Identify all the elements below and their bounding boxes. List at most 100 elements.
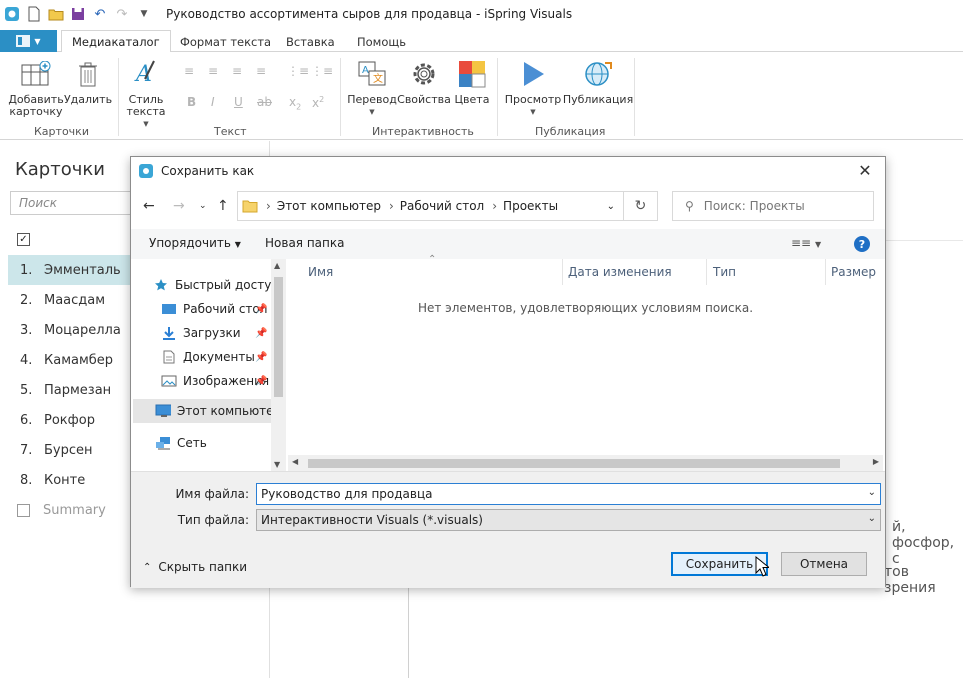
organize-button[interactable]: Упорядочить ▼: [149, 236, 241, 250]
image-icon: [161, 373, 177, 389]
preview-button[interactable]: Просмотр ▼: [502, 58, 564, 118]
new-folder-button[interactable]: Новая папка: [265, 236, 344, 250]
dialog-toolbar: Упорядочить ▼ Новая папка ≡≡ ▼ ?: [131, 229, 885, 259]
dialog-footer: Имя файла: Руководство для продавца ⌄ Ти…: [131, 471, 885, 588]
refresh-icon[interactable]: ↻: [624, 191, 658, 221]
navigation-row: ← → ⌄ ↑ › Этот компьютер › Рабочий стол …: [131, 189, 885, 225]
list-horizontal-scrollbar[interactable]: ◀ ▶: [288, 455, 883, 471]
bullet-list-icon: ⋮≡: [287, 64, 310, 78]
align-left-icon: ≡: [184, 64, 195, 78]
back-arrow-icon[interactable]: ←: [143, 198, 155, 214]
translate-button[interactable]: A文 Перевод ▼: [346, 58, 398, 118]
chevron-right-icon: ›: [266, 199, 271, 213]
chevron-down-icon[interactable]: ⌄: [868, 487, 876, 498]
publish-button[interactable]: Публикация: [563, 58, 633, 106]
column-header-type[interactable]: Тип: [713, 265, 736, 279]
scroll-down-icon[interactable]: ▼: [274, 460, 280, 469]
column-header-size[interactable]: Размер: [831, 265, 876, 279]
forward-arrow-icon[interactable]: →: [173, 198, 185, 214]
hide-folders-button[interactable]: ⌃ Скрыть папки: [143, 560, 247, 574]
breadcrumb-item[interactable]: Проекты: [503, 199, 558, 213]
properties-button[interactable]: Свойства: [397, 58, 451, 106]
computer-icon: [155, 403, 171, 419]
scroll-right-icon[interactable]: ▶: [873, 457, 879, 466]
redo-icon[interactable]: ↷: [114, 6, 130, 22]
customize-dropdown-icon[interactable]: ▼: [136, 6, 152, 22]
file-menu-button[interactable]: ▼: [0, 30, 57, 52]
chevron-down-icon[interactable]: ⌄: [607, 201, 615, 212]
color-palette-icon: [456, 58, 488, 90]
tab-help[interactable]: Помощь: [347, 30, 416, 53]
column-separator[interactable]: [562, 259, 563, 285]
add-card-button[interactable]: Добавить карточку: [8, 58, 64, 118]
view-options-icon[interactable]: ≡≡ ▼: [791, 236, 821, 250]
nav-scrollbar[interactable]: ▲ ▼: [271, 259, 286, 471]
chevron-down-icon[interactable]: ⌄: [868, 513, 876, 524]
card-text-fragment: й, фосфор, с: [892, 519, 955, 567]
open-folder-icon[interactable]: [48, 6, 64, 22]
breadcrumb-item[interactable]: Рабочий стол: [400, 199, 484, 213]
breadcrumb-item[interactable]: Этот компьютер: [277, 199, 381, 213]
bold-icon: B: [187, 95, 197, 109]
delete-card-button[interactable]: Удалить: [64, 58, 112, 106]
help-icon[interactable]: ?: [854, 236, 870, 252]
strikethrough-icon: ab: [257, 95, 272, 109]
play-icon: [517, 58, 549, 90]
summary-checkbox[interactable]: [17, 503, 30, 517]
address-bar[interactable]: › Этот компьютер › Рабочий стол › Проект…: [237, 191, 624, 221]
scroll-left-icon[interactable]: ◀: [292, 457, 298, 466]
scrollbar-thumb[interactable]: [274, 277, 283, 397]
scroll-up-icon[interactable]: ▲: [274, 261, 280, 270]
app-logo-icon: [139, 164, 153, 178]
gear-icon: [408, 58, 440, 90]
style-text-button[interactable]: A Стиль текста ▼: [120, 58, 172, 130]
svg-text:A: A: [134, 62, 152, 87]
ribbon-separator: [118, 58, 119, 136]
group-label-text: Текст: [214, 125, 247, 138]
add-card-icon: [20, 58, 52, 90]
filetype-select[interactable]: Интерактивности Visuals (*.visuals) ⌄: [256, 509, 881, 531]
recent-locations-icon[interactable]: ⌄: [199, 201, 207, 211]
title-bar: ↶ ↷ ▼ Руководство ассортимента сыров для…: [0, 0, 963, 28]
group-label-cards: Карточки: [34, 125, 89, 138]
globe-publish-icon: [582, 58, 614, 90]
pin-icon: 📌: [255, 352, 268, 363]
search-icon: ⚲: [685, 199, 694, 213]
save-button[interactable]: Сохранить: [671, 552, 768, 576]
pin-icon: 📌: [255, 328, 268, 339]
nav-this-pc[interactable]: Этот компьютер: [133, 399, 271, 423]
colors-button[interactable]: Цвета: [448, 58, 496, 106]
dialog-title: Сохранить как: [161, 164, 255, 178]
dialog-title-bar: Сохранить как ✕: [131, 157, 885, 185]
star-icon: [153, 277, 169, 293]
filename-input[interactable]: Руководство для продавца ⌄: [256, 483, 881, 505]
cancel-button[interactable]: Отмена: [781, 552, 867, 576]
tab-insert[interactable]: Вставка: [276, 30, 345, 53]
ribbon-separator: [340, 58, 341, 136]
numbered-list-icon: ⋮≡: [311, 64, 334, 78]
column-header-date[interactable]: Дата изменения: [568, 265, 672, 279]
group-label-publishing: Публикация: [535, 125, 606, 138]
new-file-icon[interactable]: [26, 6, 42, 22]
up-arrow-icon[interactable]: ↑: [217, 198, 229, 214]
navigation-pane: Быстрый доступ Рабочий стол 📌 Загрузки 📌…: [131, 259, 286, 471]
save-icon[interactable]: [70, 6, 86, 22]
dialog-search-input[interactable]: ⚲ Поиск: Проекты: [672, 191, 874, 221]
svg-text:文: 文: [373, 72, 383, 85]
undo-icon[interactable]: ↶: [92, 6, 108, 22]
column-separator[interactable]: [706, 259, 707, 285]
filetype-label: Тип файла:: [177, 513, 249, 527]
download-icon: [161, 325, 177, 341]
italic-icon: I: [211, 95, 215, 109]
column-separator[interactable]: [825, 259, 826, 285]
card-text-fragment: тов зрения: [884, 564, 936, 596]
column-header-name[interactable]: Имя: [308, 265, 333, 279]
empty-list-message: Нет элементов, удовлетворяющих условиям …: [417, 301, 754, 315]
svg-text:A: A: [362, 65, 369, 76]
select-all-checkbox[interactable]: ✓: [17, 233, 30, 246]
scrollbar-thumb[interactable]: [308, 459, 840, 468]
tab-media-catalog[interactable]: Медиакаталог: [61, 30, 171, 53]
ribbon-tabs: ▼ Медиакаталог Формат текста Вставка Пом…: [0, 28, 963, 53]
tab-text-format[interactable]: Формат текста: [170, 30, 281, 53]
close-icon[interactable]: ✕: [851, 161, 879, 181]
